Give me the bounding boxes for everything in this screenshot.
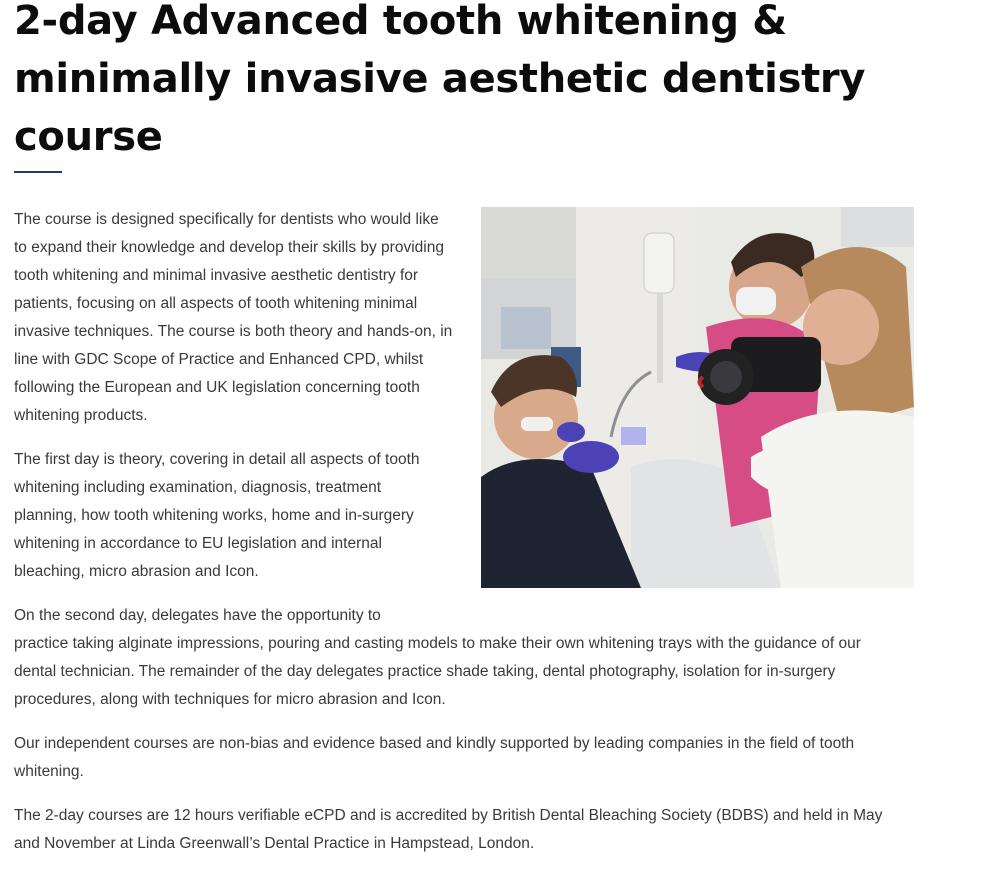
page-title: 2-day Advanced tooth whitening & minimal… bbox=[14, 0, 866, 160]
paragraph-day-two-rest: practice taking alginate impressions, po… bbox=[14, 635, 861, 708]
paragraph-intro: The course is designed specifically for … bbox=[14, 211, 453, 424]
paragraph-accreditation: The 2-day courses are 12 hours verifiabl… bbox=[14, 807, 883, 852]
paragraph-day-two: On the second day, delegates have the op… bbox=[14, 602, 904, 714]
course-photo bbox=[481, 207, 914, 588]
paragraph-independent: Our independent courses are non-bias and… bbox=[14, 735, 855, 780]
paragraph-day-two-first-line: On the second day, delegates have the op… bbox=[14, 607, 381, 624]
paragraph-day-one: The first day is theory, covering in det… bbox=[14, 451, 420, 580]
title-underline bbox=[14, 171, 62, 173]
